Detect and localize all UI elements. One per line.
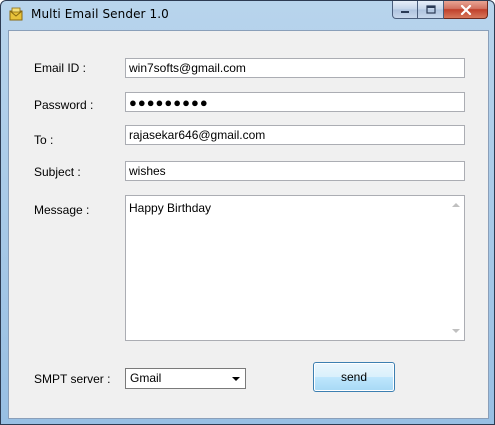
- email-field[interactable]: win7softs@gmail.com: [125, 58, 465, 78]
- message-textarea[interactable]: Happy Birthday: [125, 195, 465, 341]
- send-button[interactable]: send: [313, 362, 395, 392]
- smtp-selected-value: Gmail: [130, 371, 162, 385]
- chevron-down-icon[interactable]: [232, 377, 240, 381]
- smtp-label: SMPT server :: [34, 372, 111, 386]
- app-window: Multi Email Sender 1.0 Email ID : win7so…: [0, 0, 495, 425]
- app-icon: [9, 7, 23, 21]
- maximize-button[interactable]: [418, 1, 444, 19]
- message-label: Message :: [34, 203, 90, 217]
- close-button[interactable]: [444, 1, 488, 19]
- title-bar[interactable]: Multi Email Sender 1.0: [1, 1, 494, 29]
- password-field[interactable]: ●●●●●●●●●: [125, 92, 465, 112]
- minimize-button[interactable]: [392, 1, 418, 19]
- minimize-icon: [401, 10, 409, 13]
- scroll-down-icon[interactable]: [452, 329, 460, 333]
- smtp-server-select[interactable]: Gmail: [125, 368, 246, 389]
- caption-buttons: [392, 1, 488, 19]
- maximize-icon: [425, 5, 436, 14]
- subject-field[interactable]: wishes: [125, 161, 465, 181]
- close-icon: [460, 4, 471, 15]
- form-panel: Email ID : win7softs@gmail.com Password …: [8, 30, 489, 419]
- message-text: Happy Birthday: [129, 201, 212, 215]
- window-title: Multi Email Sender 1.0: [31, 7, 169, 21]
- to-label: To :: [34, 133, 54, 147]
- password-label: Password :: [34, 98, 94, 112]
- email-label: Email ID :: [34, 61, 87, 75]
- scroll-up-icon[interactable]: [452, 203, 460, 207]
- message-scrollbar[interactable]: [448, 196, 464, 340]
- subject-label: Subject :: [34, 165, 81, 179]
- to-field[interactable]: rajasekar646@gmail.com: [125, 125, 465, 145]
